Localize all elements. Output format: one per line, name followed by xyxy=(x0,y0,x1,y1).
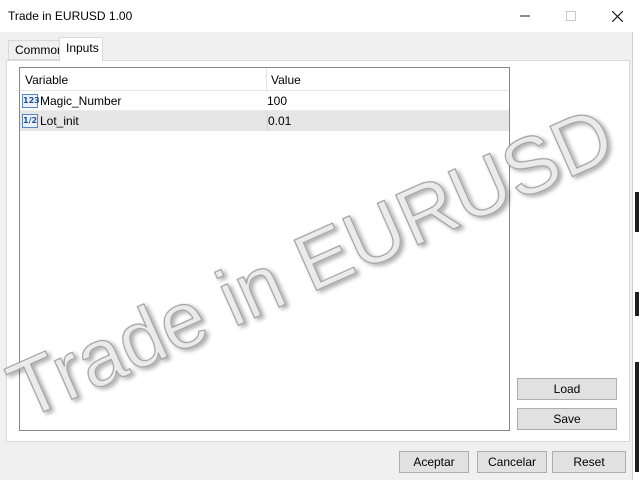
maximize-button[interactable] xyxy=(548,0,594,32)
variable-value[interactable]: 0.01 xyxy=(267,111,467,131)
accept-button[interactable]: Aceptar xyxy=(399,451,469,473)
edge-mark xyxy=(635,292,639,316)
tab-inputs[interactable]: Inputs xyxy=(59,37,103,61)
column-header-value[interactable]: Value xyxy=(266,68,509,91)
minimize-button[interactable] xyxy=(502,0,548,32)
save-button[interactable]: Save xyxy=(517,408,617,430)
double-type-icon: 1/2 xyxy=(22,114,38,128)
background-window-edge xyxy=(632,32,640,480)
inputs-table[interactable]: Variable Value 123 Magic_Number 100 1/2 … xyxy=(19,67,510,431)
window-title: Trade in EURUSD 1.00 xyxy=(8,9,133,23)
table-header: Variable Value xyxy=(20,68,509,91)
tab-common[interactable]: Common xyxy=(8,40,64,60)
edge-mark xyxy=(635,362,639,472)
reset-button[interactable]: Reset xyxy=(552,451,626,473)
cancel-button[interactable]: Cancelar xyxy=(477,451,547,473)
edge-mark xyxy=(635,192,639,232)
variable-name: Lot_init xyxy=(40,114,79,128)
column-header-variable[interactable]: Variable xyxy=(20,68,265,91)
title-bar[interactable]: Trade in EURUSD 1.00 xyxy=(0,0,640,32)
minimize-icon xyxy=(520,15,530,17)
close-icon xyxy=(611,10,623,22)
load-button[interactable]: Load xyxy=(517,378,617,400)
maximize-icon xyxy=(566,11,576,21)
variable-name: Magic_Number xyxy=(40,94,122,108)
integer-type-icon: 123 xyxy=(22,94,40,108)
variable-value[interactable]: 100 xyxy=(267,91,467,111)
close-button[interactable] xyxy=(594,0,640,32)
table-row[interactable]: 123 Magic_Number 100 xyxy=(20,91,509,111)
table-row[interactable]: 1/2 Lot_init 0.01 xyxy=(20,111,509,131)
